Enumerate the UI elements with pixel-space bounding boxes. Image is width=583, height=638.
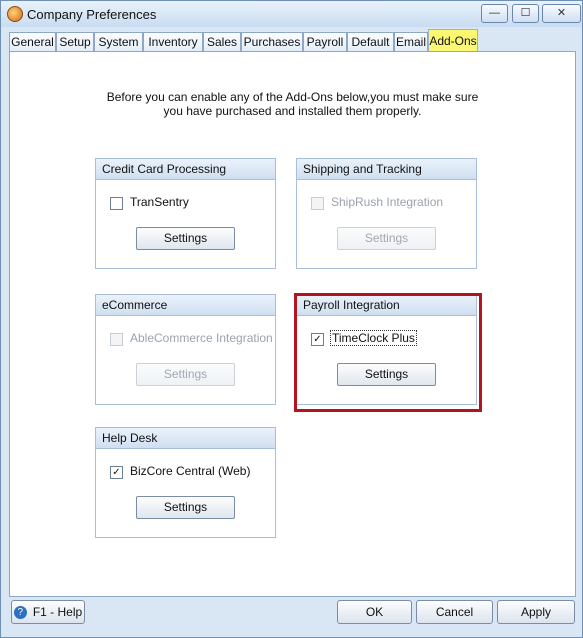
tab-sales[interactable]: Sales bbox=[203, 32, 241, 51]
tab-purchases[interactable]: Purchases bbox=[241, 32, 303, 51]
minimize-button[interactable]: — bbox=[481, 4, 508, 23]
intro-line-1: Before you can enable any of the Add-Ons… bbox=[106, 90, 479, 104]
tab-system[interactable]: System bbox=[94, 32, 143, 51]
help-icon: ? bbox=[13, 606, 27, 620]
tab-setup[interactable]: Setup bbox=[56, 32, 94, 51]
shipping-title: Shipping and Tracking bbox=[297, 159, 476, 180]
check-mark-icon: ✓ bbox=[112, 467, 121, 478]
tab-default[interactable]: Default bbox=[347, 32, 394, 51]
bizcore-label[interactable]: BizCore Central (Web) bbox=[130, 464, 250, 478]
title-bar[interactable]: Company Preferences — ☐ ✕ bbox=[1, 1, 582, 27]
ecommerce-settings-button[interactable]: Settings bbox=[136, 363, 235, 386]
ablecommerce-checkbox[interactable] bbox=[110, 333, 123, 346]
ablecommerce-label[interactable]: AbleCommerce Integration bbox=[130, 331, 273, 345]
close-button[interactable]: ✕ bbox=[542, 4, 581, 23]
intro-text: Before you can enable any of the Add-Ons… bbox=[10, 90, 575, 118]
shiprush-label[interactable]: ShipRush Integration bbox=[331, 195, 443, 209]
preferences-window: Company Preferences — ☐ ✕ General Setup … bbox=[0, 0, 583, 638]
add-ons-panel: Before you can enable any of the Add-Ons… bbox=[9, 51, 576, 597]
credit-card-title: Credit Card Processing bbox=[96, 159, 275, 180]
tab-payroll[interactable]: Payroll bbox=[303, 32, 347, 51]
tab-general[interactable]: General bbox=[9, 32, 56, 51]
help-label: F1 - Help bbox=[32, 605, 83, 619]
payroll-highlight-box bbox=[294, 293, 482, 412]
helpdesk-group: Help Desk ✓ BizCore Central (Web) Settin… bbox=[95, 427, 276, 538]
tab-email[interactable]: Email bbox=[394, 32, 428, 51]
app-icon bbox=[7, 6, 23, 22]
ecommerce-title: eCommerce bbox=[96, 295, 275, 316]
shiprush-checkbox[interactable] bbox=[311, 197, 324, 210]
window-title: Company Preferences bbox=[27, 7, 157, 22]
maximize-icon: ☐ bbox=[520, 7, 531, 19]
minimize-icon: — bbox=[489, 7, 500, 19]
transentry-label[interactable]: TranSentry bbox=[130, 195, 189, 209]
credit-card-settings-button[interactable]: Settings bbox=[136, 227, 235, 250]
ecommerce-group: eCommerce AbleCommerce Integration Setti… bbox=[95, 294, 276, 405]
maximize-button[interactable]: ☐ bbox=[512, 4, 539, 23]
helpdesk-settings-button[interactable]: Settings bbox=[136, 496, 235, 519]
transentry-checkbox[interactable] bbox=[110, 197, 123, 210]
cancel-button[interactable]: Cancel bbox=[416, 600, 493, 624]
close-icon: ✕ bbox=[556, 7, 567, 19]
help-button[interactable]: ? F1 - Help bbox=[11, 600, 85, 624]
bizcore-checkbox[interactable]: ✓ bbox=[110, 466, 123, 479]
intro-line-2: you have purchased and installed them pr… bbox=[163, 104, 422, 118]
shipping-group: Shipping and Tracking ShipRush Integrati… bbox=[296, 158, 477, 269]
credit-card-group: Credit Card Processing TranSentry Settin… bbox=[95, 158, 276, 269]
ok-button[interactable]: OK bbox=[337, 600, 412, 624]
helpdesk-title: Help Desk bbox=[96, 428, 275, 449]
tab-add-ons[interactable]: Add-Ons bbox=[428, 29, 478, 52]
apply-button[interactable]: Apply bbox=[497, 600, 575, 624]
shipping-settings-button[interactable]: Settings bbox=[337, 227, 436, 250]
tab-inventory[interactable]: Inventory bbox=[143, 32, 203, 51]
